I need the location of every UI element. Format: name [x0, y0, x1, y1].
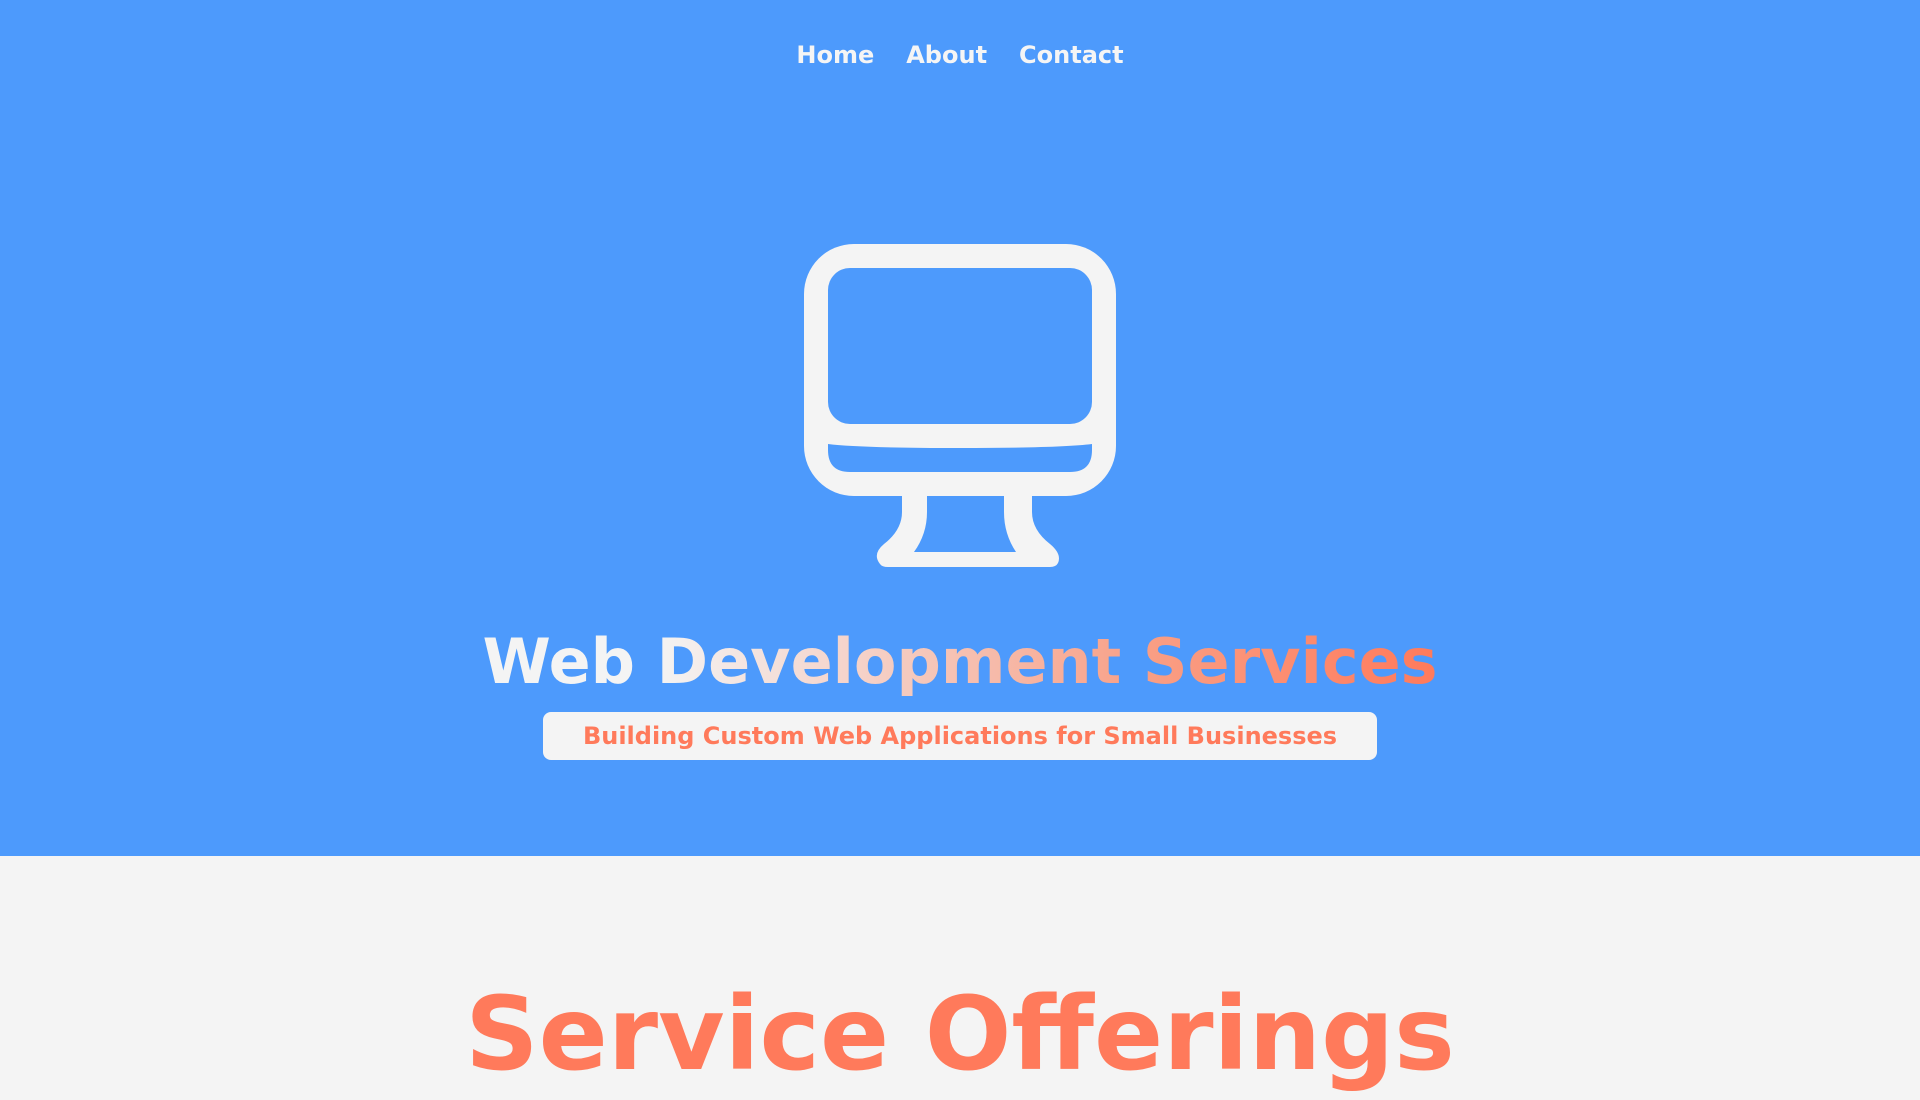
- hero-title-text: Web Development Services: [482, 625, 1438, 698]
- hero-subtitle: Building Custom Web Applications for Sma…: [543, 712, 1377, 760]
- hero-section: Home About Contact Web Development Servi…: [0, 0, 1920, 856]
- nav-link-home[interactable]: Home: [796, 36, 874, 74]
- nav-link-contact[interactable]: Contact: [1019, 36, 1124, 74]
- monitor-icon: [804, 244, 1116, 567]
- hero-title: Web Development Services: [0, 622, 1920, 702]
- hero-subtitle-container: Building Custom Web Applications for Sma…: [0, 712, 1920, 760]
- nav-link-about[interactable]: About: [906, 36, 987, 74]
- main-nav: Home About Contact: [0, 36, 1920, 74]
- services-heading: Service Offerings: [465, 975, 1455, 1094]
